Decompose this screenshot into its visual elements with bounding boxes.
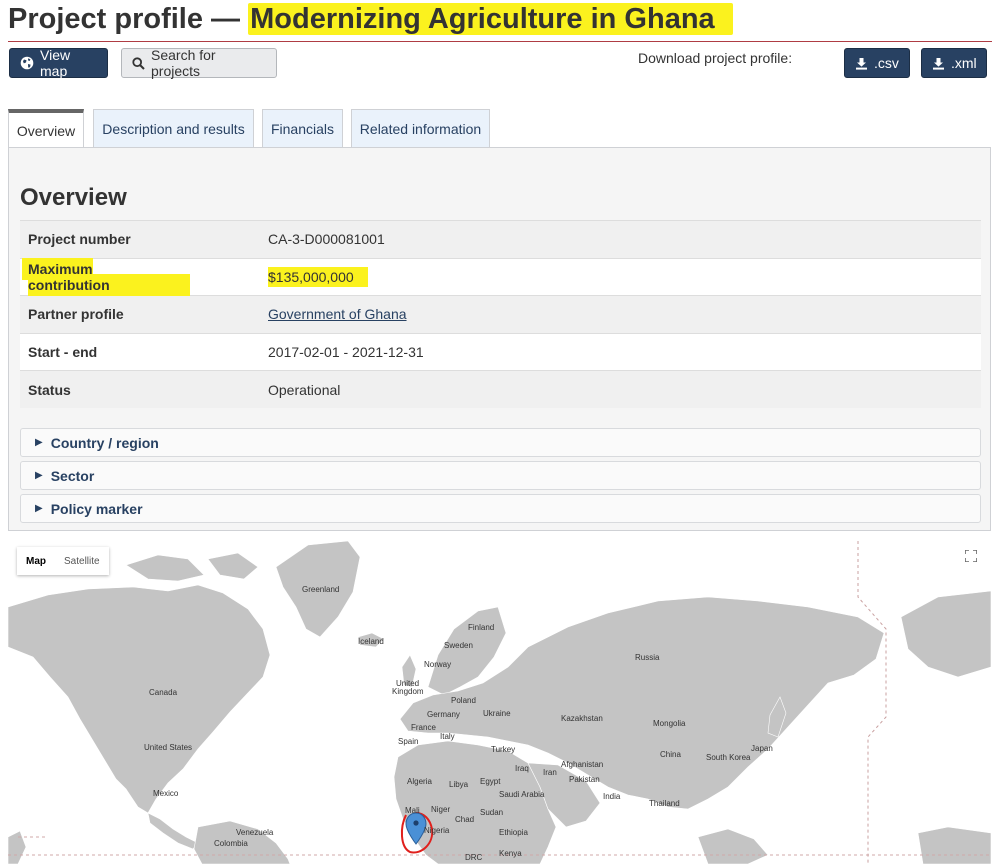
map-type-control: Map Satellite: [17, 547, 109, 575]
policy-marker-summary[interactable]: ▶ Policy marker: [20, 494, 981, 523]
page-title: Project profile — Modernizing Agricultur…: [8, 0, 733, 38]
table-row: Status Operational: [20, 370, 981, 408]
map-label: Russia: [635, 653, 660, 662]
policy-marker-label: Policy marker: [50, 500, 143, 517]
overview-panel: Overview Project number CA-3-D000081001 …: [8, 147, 991, 531]
sector-summary[interactable]: ▶ Sector: [20, 461, 981, 490]
map-type-map[interactable]: Map: [17, 547, 55, 575]
map-label: Kazakhstan: [561, 714, 603, 723]
map-label: Egypt: [480, 777, 501, 786]
map-label: Chad: [455, 815, 475, 824]
caret-right-icon: ▶: [35, 470, 43, 481]
table-row: Start - end 2017-02-01 - 2021-12-31: [20, 332, 981, 371]
partner-profile-key: Partner profile: [20, 295, 260, 333]
map-label: Ethiopia: [499, 828, 528, 837]
max-contribution-value: $135,000,000: [268, 266, 368, 287]
map-label: Poland: [451, 696, 476, 705]
tab-financials[interactable]: Financials: [262, 109, 343, 148]
map-label: Nigeria: [424, 826, 450, 835]
download-xml-button[interactable]: .xml: [921, 48, 987, 78]
map-label: South Korea: [706, 753, 751, 762]
map-label: United States: [144, 743, 193, 752]
project-number-value: CA-3-D000081001: [260, 220, 981, 258]
search-projects-button[interactable]: Search for projects: [121, 47, 277, 79]
map-label: Spain: [398, 737, 419, 746]
download-label: Download project profile:: [638, 50, 793, 66]
download-icon: [855, 57, 868, 70]
map-label: France: [411, 723, 436, 732]
map-label: Mali: [405, 806, 420, 815]
map-label: Niger: [431, 805, 451, 814]
map-label: Japan: [751, 744, 773, 753]
map-label: Canada: [149, 688, 178, 697]
status-key: Status: [20, 370, 260, 408]
map-label: Finland: [468, 623, 495, 632]
map-label: Norway: [424, 660, 452, 669]
max-contribution-key-cell: Maximum contribution: [20, 257, 260, 296]
partner-profile-link[interactable]: Government of Ghana: [268, 306, 407, 322]
map-label: Turkey: [491, 745, 516, 754]
view-map-button[interactable]: View map: [9, 47, 108, 79]
download-csv-label: .csv: [874, 55, 899, 71]
sector-label: Sector: [50, 467, 95, 484]
map-label: Sweden: [444, 641, 473, 650]
title-divider: [8, 41, 992, 42]
status-value: Operational: [260, 370, 981, 408]
partner-profile-value-cell: Government of Ghana: [260, 295, 981, 333]
map-label: Afghanistan: [561, 760, 604, 769]
project-map[interactable]: Map Satellite Greenland Iceland Finland …: [8, 537, 991, 864]
map-type-satellite[interactable]: Satellite: [55, 547, 109, 575]
map-label: Italy: [440, 732, 455, 741]
table-row: Partner profile Government of Ghana: [20, 295, 981, 333]
project-title-highlight: Modernizing Agriculture in Ghana: [248, 3, 733, 35]
tab-overview[interactable]: Overview: [8, 109, 84, 149]
country-region-summary[interactable]: ▶ Country / region: [20, 428, 981, 457]
map-label: Venezuela: [236, 828, 274, 837]
map-label: China: [660, 750, 681, 759]
start-end-value: 2017-02-01 - 2021-12-31: [260, 332, 981, 371]
map-label: Saudi Arabia: [499, 790, 545, 799]
map-label: Mexico: [153, 789, 179, 798]
overview-heading: Overview: [20, 184, 127, 211]
max-contribution-key: Maximum contribution: [22, 257, 190, 296]
project-number-key: Project number: [20, 220, 260, 258]
download-csv-button[interactable]: .csv: [844, 48, 910, 78]
max-contribution-value-cell: $135,000,000: [260, 257, 981, 296]
map-label: Kenya: [499, 849, 522, 858]
start-end-key: Start - end: [20, 332, 260, 371]
caret-right-icon: ▶: [35, 503, 43, 514]
map-label: Iran: [543, 768, 557, 777]
search-projects-label: Search for projects: [151, 47, 216, 79]
map-label: Algeria: [407, 777, 432, 786]
map-label: Iraq: [515, 764, 529, 773]
map-label: Libya: [449, 780, 469, 789]
table-row: Project number CA-3-D000081001: [20, 220, 981, 258]
map-label: Thailand: [649, 799, 680, 808]
caret-right-icon: ▶: [35, 437, 43, 448]
map-label: Colombia: [214, 839, 248, 848]
map-label: Pakistan: [569, 775, 600, 784]
view-map-label: View map: [40, 47, 71, 79]
map-label: India: [603, 792, 621, 801]
map-label: Greenland: [302, 585, 340, 594]
title-prefix: Project profile —: [8, 3, 249, 35]
table-row: Maximum contribution $135,000,000: [20, 257, 981, 296]
map-label: DRC: [465, 853, 483, 862]
map-label: Ukraine: [483, 709, 511, 718]
download-xml-label: .xml: [951, 55, 977, 71]
map-label: Iceland: [358, 637, 384, 646]
country-region-label: Country / region: [50, 434, 159, 451]
tab-related-information[interactable]: Related information: [351, 109, 490, 148]
overview-panel-body: Overview Project number CA-3-D000081001 …: [9, 148, 990, 530]
globe-icon: [20, 56, 34, 70]
fullscreen-icon[interactable]: [964, 549, 978, 567]
map-label: Mongolia: [653, 719, 686, 728]
search-icon: [132, 56, 145, 70]
map-label: Germany: [427, 710, 460, 719]
overview-table: Project number CA-3-D000081001 Maximum c…: [20, 220, 981, 408]
download-icon: [932, 57, 945, 70]
map-label: Kingdom: [392, 687, 424, 696]
map-label: Sudan: [480, 808, 504, 817]
tab-description-and-results[interactable]: Description and results: [93, 109, 254, 148]
